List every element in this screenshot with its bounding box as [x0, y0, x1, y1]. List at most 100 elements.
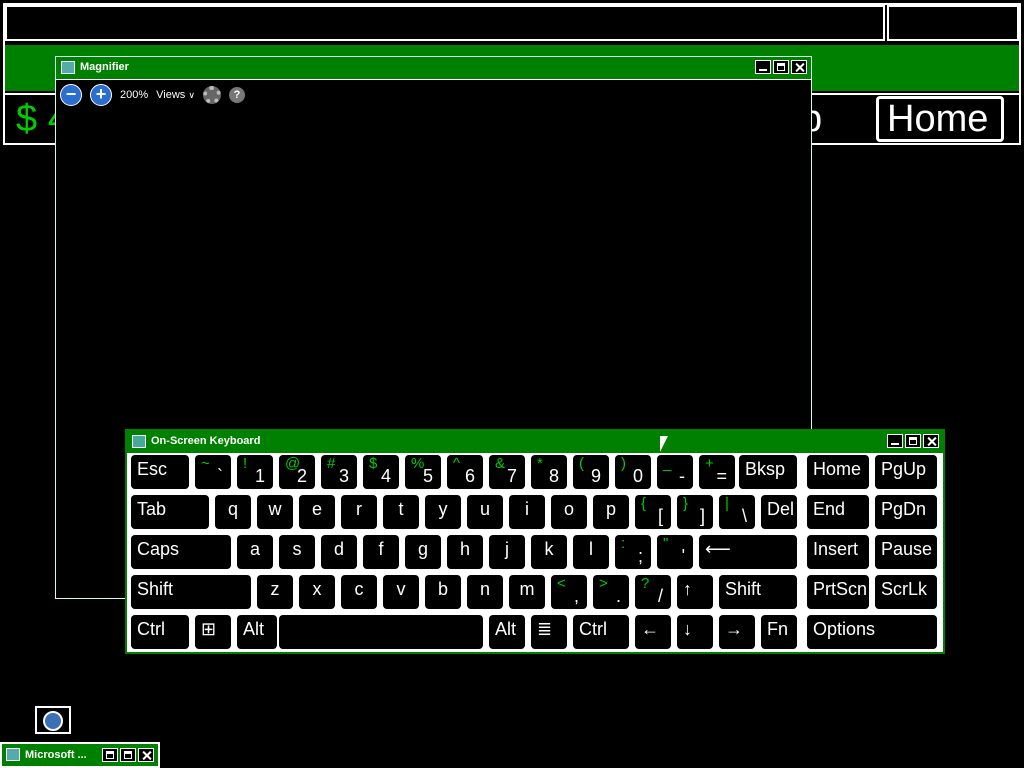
osk-key[interactable]: Tab: [131, 495, 209, 529]
help-icon[interactable]: ?: [228, 87, 245, 103]
osk-key[interactable]: % 5: [405, 455, 441, 489]
osk-key[interactable]: $4: [363, 455, 399, 489]
osk-key[interactable]: ←: [635, 615, 671, 649]
gear-icon[interactable]: [202, 86, 221, 104]
osk-key[interactable]: ! 1: [237, 455, 273, 489]
osk-key[interactable]: ^ 6: [447, 455, 483, 489]
close-icon[interactable]: [923, 434, 939, 448]
zoom-out-button[interactable]: −: [60, 84, 82, 106]
osk-key[interactable]: ) 0: [615, 455, 651, 489]
accessibility-button[interactable]: [35, 706, 71, 734]
osk-key[interactable]: >.: [593, 575, 629, 609]
osk-key[interactable]: Fn: [761, 615, 797, 649]
osk-key[interactable]: h: [447, 535, 483, 569]
osk-key[interactable]: + =: [699, 455, 735, 489]
osk-key[interactable]: r: [341, 495, 377, 529]
osk-key[interactable]: Ctrl: [131, 615, 189, 649]
osk-key[interactable]: →: [719, 615, 755, 649]
osk-key[interactable]: z: [257, 575, 293, 609]
osk-key[interactable]: Alt: [489, 615, 525, 649]
osk-key[interactable]: w: [257, 495, 293, 529]
osk-key[interactable]: " ': [657, 535, 693, 569]
osk-key[interactable]: PgDn: [875, 495, 937, 529]
magnifier-titlebar[interactable]: Magnifier: [56, 57, 811, 80]
taskbar-item[interactable]: Microsoft ...: [0, 742, 160, 768]
restore-icon[interactable]: [102, 748, 118, 762]
minimize-icon[interactable]: [887, 434, 903, 448]
osk-key[interactable]: Ctrl: [573, 615, 629, 649]
osk-key[interactable]: ? /: [635, 575, 671, 609]
osk-key[interactable]: ~ `: [195, 455, 231, 489]
osk-key[interactable]: Pause: [875, 535, 937, 569]
osk-key[interactable]: ↓: [677, 615, 713, 649]
osk-key-label: n: [479, 579, 490, 599]
osk-key-label: a: [249, 539, 260, 559]
osk-key[interactable]: <,: [551, 575, 587, 609]
osk-key[interactable]: ScrLk: [875, 575, 937, 609]
osk-key[interactable]: s: [279, 535, 315, 569]
osk-key[interactable]: }]: [677, 495, 713, 529]
osk-key[interactable]: * 8: [531, 455, 567, 489]
osk-key[interactable]: e: [299, 495, 335, 529]
maximize-icon[interactable]: [905, 434, 921, 448]
osk-key-shift-label: &: [495, 455, 506, 472]
osk-key[interactable]: ≣: [531, 615, 567, 649]
osk-key[interactable]: d: [321, 535, 357, 569]
osk-key[interactable]: Esc: [131, 455, 189, 489]
osk-key[interactable]: t: [383, 495, 419, 529]
osk-key[interactable]: #3: [321, 455, 357, 489]
osk-key[interactable]: Options: [807, 615, 937, 649]
osk-key[interactable]: b: [425, 575, 461, 609]
osk-key[interactable]: ⟵: [699, 535, 797, 569]
on-screen-keyboard-window[interactable]: On-Screen Keyboard Esc ~ `! 1 @2 #3 $4% 5 ^ 6 & 7 * 8…: [125, 429, 945, 654]
maximize-icon[interactable]: [773, 60, 789, 74]
osk-titlebar[interactable]: On-Screen Keyboard: [127, 431, 943, 453]
osk-key[interactable]: a: [237, 535, 273, 569]
osk-key[interactable]: Bksp: [739, 455, 797, 489]
osk-key[interactable]: ⊞: [195, 615, 231, 649]
osk-key[interactable]: g: [405, 535, 441, 569]
osk-key[interactable]: p: [593, 495, 629, 529]
osk-key[interactable]: k: [531, 535, 567, 569]
osk-key[interactable]: Del: [761, 495, 797, 529]
osk-key[interactable]: _ -: [657, 455, 693, 489]
osk-key[interactable]: Shift: [131, 575, 251, 609]
osk-key[interactable]: m: [509, 575, 545, 609]
osk-key-label: /: [657, 586, 663, 606]
osk-key[interactable]: {[: [635, 495, 671, 529]
osk-key[interactable]: o: [551, 495, 587, 529]
osk-key[interactable]: :;: [615, 535, 651, 569]
osk-key[interactable]: Alt: [237, 615, 277, 649]
osk-key[interactable]: (9: [573, 455, 609, 489]
osk-key[interactable]: @2: [279, 455, 315, 489]
osk-key[interactable]: c: [341, 575, 377, 609]
osk-key[interactable]: i: [509, 495, 545, 529]
osk-key[interactable]: | \: [719, 495, 755, 529]
osk-key[interactable]: x: [299, 575, 335, 609]
views-menu[interactable]: Views ∨: [156, 89, 195, 101]
minimize-icon[interactable]: [755, 60, 771, 74]
close-icon[interactable]: [138, 748, 154, 762]
osk-key[interactable]: & 7: [489, 455, 525, 489]
osk-key[interactable]: Shift: [719, 575, 797, 609]
osk-key[interactable]: End: [807, 495, 869, 529]
osk-key[interactable]: q: [215, 495, 251, 529]
osk-key[interactable]: u: [467, 495, 503, 529]
osk-key[interactable]: j: [489, 535, 525, 569]
osk-key[interactable]: [279, 615, 483, 649]
maximize-icon[interactable]: [120, 748, 136, 762]
close-icon[interactable]: [791, 60, 807, 74]
osk-key[interactable]: l: [573, 535, 609, 569]
osk-key-label: Del: [767, 499, 795, 519]
osk-key[interactable]: y: [425, 495, 461, 529]
osk-key[interactable]: v: [383, 575, 419, 609]
osk-key[interactable]: Insert: [807, 535, 869, 569]
osk-key[interactable]: n: [467, 575, 503, 609]
osk-key[interactable]: PgUp: [875, 455, 937, 489]
zoom-in-button[interactable]: +: [90, 84, 112, 106]
osk-key[interactable]: Caps: [131, 535, 231, 569]
osk-key[interactable]: f: [363, 535, 399, 569]
osk-key[interactable]: ↑: [677, 575, 713, 609]
osk-key[interactable]: Home: [807, 455, 869, 489]
osk-key[interactable]: PrtScn: [807, 575, 869, 609]
